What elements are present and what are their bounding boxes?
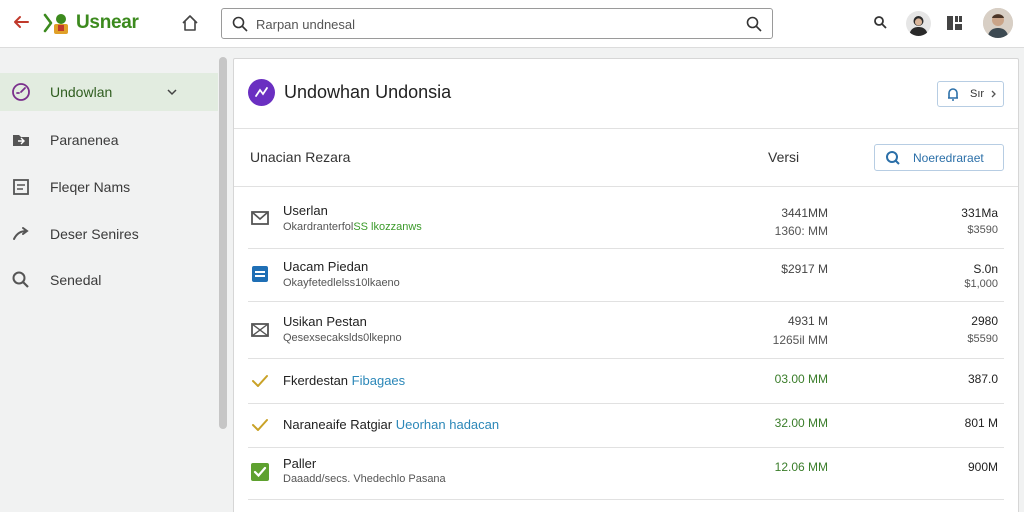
table-row[interactable]: Usikan Pestan Qesexsecakslds0lkepno 4931… xyxy=(248,302,1004,359)
back-arrow-icon[interactable] xyxy=(10,11,32,33)
profile-avatar[interactable] xyxy=(983,8,1013,38)
row-size-secondary: $3590 xyxy=(967,224,998,236)
brand-icon xyxy=(248,79,275,106)
mail-icon xyxy=(251,211,269,225)
row-size-value: 2980 xyxy=(971,314,998,328)
row-name[interactable]: Uacam Piedan xyxy=(283,259,368,274)
column-header-version[interactable]: Versi xyxy=(768,149,799,165)
row-subtitle: Daaadd/secs. Vhedechlo Pasana xyxy=(283,473,446,485)
share-label: Sır xyxy=(970,88,985,100)
row-version-value: 4931 M xyxy=(787,314,828,328)
sidebar-item-dashboard[interactable]: Undowlan xyxy=(0,73,218,111)
search-icon xyxy=(886,151,900,165)
check-icon xyxy=(252,419,268,431)
filter-label: Noeredraraet xyxy=(913,151,984,165)
mail-x-icon xyxy=(251,323,269,337)
row-size-secondary: $1,000 xyxy=(964,278,998,290)
table-row[interactable]: Fkerdestan Fibagaes 03.00 MM 387.0 xyxy=(248,359,1004,404)
column-header-name[interactable]: Unacian Rezara xyxy=(250,149,350,165)
chevron-right-icon xyxy=(991,90,996,98)
chevron-down-icon[interactable] xyxy=(166,86,178,98)
page-title: Undowhan Undonsia xyxy=(284,82,452,102)
folder-icon xyxy=(13,135,29,146)
user-avatar[interactable] xyxy=(906,11,931,36)
sidebar-item-label: Fleqer Nams xyxy=(50,179,131,195)
row-subtitle: OkardranterfolSS lkozzanws xyxy=(283,221,422,233)
table-row[interactable]: Uacam Piedan Okayfetedlelss10lkaeno $291… xyxy=(248,249,1004,302)
search-input[interactable] xyxy=(256,13,736,35)
row-version-value: 03.00 MM xyxy=(774,372,828,386)
table-header: Unacian Rezara Versi Noeredraraet xyxy=(234,129,1018,187)
row-version-value: 32.00 MM xyxy=(774,416,828,430)
settings-icon[interactable] xyxy=(873,15,887,29)
row-version-secondary: 1360: MM xyxy=(774,224,828,238)
row-size-secondary: $5590 xyxy=(967,333,998,345)
row-size-value: 900M xyxy=(967,460,998,474)
sidebar-item-services[interactable]: Deser Senires xyxy=(0,215,218,253)
sidebar-item-folder[interactable]: Paranenea xyxy=(0,121,218,159)
row-size-value: 331Ma xyxy=(961,206,998,220)
bell-icon xyxy=(948,88,958,101)
sidebar-item-label: Paranenea xyxy=(50,132,119,148)
row-name[interactable]: Naraneaife Ratgiar Ueorhan hadacan xyxy=(283,417,499,432)
file-icon xyxy=(13,179,29,195)
search-icon xyxy=(12,271,29,288)
table-row[interactable]: Userlan OkardranterfolSS lkozzanws 3441M… xyxy=(248,188,1004,249)
sidebar-item-label: Undowlan xyxy=(50,84,113,100)
sidebar-item-search[interactable]: Senedal xyxy=(0,261,218,299)
app-logo-icon xyxy=(43,13,68,34)
sidebar-scrollbar[interactable] xyxy=(219,57,227,429)
row-subtitle: Qesexsecakslds0lkepno xyxy=(283,332,402,344)
row-version-value: 3441MM xyxy=(781,206,828,220)
row-name[interactable]: Fkerdestan Fibagaes xyxy=(283,373,405,388)
table-row[interactable]: Paller Daaadd/secs. Vhedechlo Pasana 12.… xyxy=(248,448,1004,500)
home-icon[interactable] xyxy=(180,13,200,33)
row-name[interactable]: Userlan xyxy=(283,203,328,218)
row-version-secondary: 1265il MM xyxy=(772,333,828,347)
row-name[interactable]: Usikan Pestan xyxy=(283,314,367,329)
sidebar: Undowlan Paranenea Fleqer Nams Deser Sen… xyxy=(0,48,230,512)
app-title: Usnear xyxy=(76,12,139,33)
check-icon xyxy=(252,375,268,387)
row-version-value: $2917 M xyxy=(781,262,828,276)
row-size-value: 801 M xyxy=(964,416,998,430)
top-bar: Usnear xyxy=(0,0,1024,48)
row-name[interactable]: Paller xyxy=(283,456,316,471)
search-bar[interactable] xyxy=(221,8,773,39)
main-card: Undowhan Undonsia Sır Unacian Rezara Ver… xyxy=(233,58,1019,512)
sidebar-item-files[interactable]: Fleqer Nams xyxy=(0,168,218,206)
search-submit-icon[interactable] xyxy=(746,16,762,32)
row-subtitle: Okayfetedlelss10lkaeno xyxy=(283,277,400,289)
search-icon xyxy=(232,16,248,32)
card-header: Undowhan Undonsia Sır xyxy=(234,59,1018,129)
doc-icon xyxy=(252,266,268,282)
row-size-value: 387.0 xyxy=(967,372,998,386)
share-button[interactable]: Sır xyxy=(937,81,1004,107)
person-icon xyxy=(909,16,928,36)
row-size-value: S.0n xyxy=(973,262,998,276)
row-version-value: 12.06 MM xyxy=(774,460,828,474)
gauge-icon xyxy=(12,83,30,101)
person-photo-icon xyxy=(983,8,1013,38)
filter-button[interactable]: Noeredraraet xyxy=(874,144,1004,171)
sidebar-item-label: Senedal xyxy=(50,272,102,288)
arrow-icon xyxy=(13,227,29,240)
check-box-icon[interactable] xyxy=(250,462,270,482)
sidebar-item-label: Deser Senires xyxy=(50,226,139,242)
table-row[interactable]: Naraneaife Ratgiar Ueorhan hadacan 32.00… xyxy=(248,404,1004,448)
apps-icon[interactable] xyxy=(946,14,964,32)
